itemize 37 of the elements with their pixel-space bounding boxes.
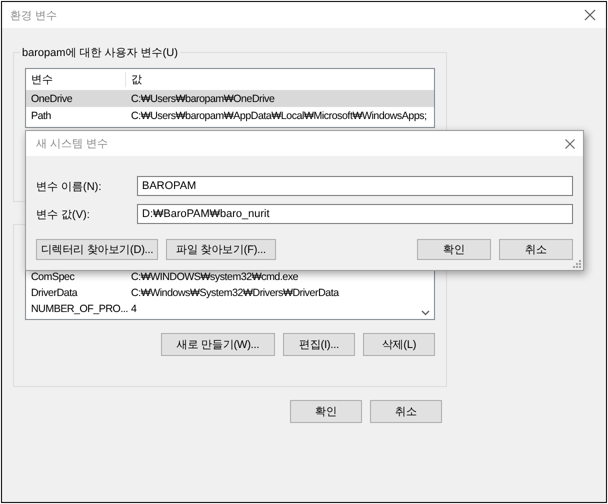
input-field[interactable]: BAROPAM	[137, 176, 573, 196]
variable-name: DriverData	[31, 286, 79, 300]
list-row[interactable]: NUMBER_OF_PRO... 4	[26, 301, 417, 317]
variable-name: ComSpec	[31, 270, 76, 284]
close-icon[interactable]	[565, 138, 575, 148]
window-title: 환경 변수	[10, 8, 58, 22]
list-row[interactable]: OneDrive C:₩Users₩baropam₩OneDrive	[26, 90, 434, 107]
column-title[interactable]: 값	[126, 72, 142, 86]
variable-value: C:₩Users₩baropam₩AppData₩Local₩Microsoft₩WindowsApps;	[130, 108, 427, 122]
chevron-down-icon[interactable]	[421, 310, 430, 316]
ok-button[interactable]: 확인	[290, 400, 362, 423]
list-row[interactable]: DriverData C:₩Windows₩System32₩Drivers₩DriverData	[26, 285, 417, 301]
variable-value: 4	[130, 302, 136, 316]
variable-name: Path	[31, 108, 52, 122]
resize-grip-icon[interactable]	[573, 260, 581, 268]
browse-file-button[interactable]: 파일 찾아보기(F)...	[166, 239, 276, 260]
variable-value: C:₩Users₩baropam₩OneDrive	[130, 92, 274, 106]
ok-button[interactable]: 확인	[417, 239, 491, 260]
delete-button[interactable]: 삭제(L)	[363, 333, 435, 356]
field-label: 변수 값(V):	[36, 208, 91, 222]
variable-name: OneDrive	[31, 92, 74, 106]
input-field[interactable]: D:₩BaroPAM₩baro_nurit	[137, 204, 573, 224]
dialog-title: 새 시스템 변수	[36, 137, 108, 151]
list-row[interactable]: ComSpec C:₩WINDOWS₩system32₩cmd.exe	[26, 269, 417, 285]
list-row[interactable]: Path C:₩Users₩baropam₩AppData₩Local₩Microsoft₩WindowsApps;	[26, 107, 434, 124]
new-button[interactable]: 새로 만들기(W)...	[161, 333, 275, 356]
column-title[interactable]: 변수	[26, 72, 126, 86]
variable-value: C:₩WINDOWS₩system32₩cmd.exe	[130, 270, 298, 284]
edit-button[interactable]: 편집(I)...	[283, 333, 355, 356]
group-label: baropam에 대한 사용자 변수(U)	[20, 45, 180, 60]
variable-value: C:₩Windows₩System32₩Drivers₩DriverData	[130, 286, 339, 300]
field-label: 변수 이름(N):	[36, 180, 102, 194]
variable-name: NUMBER_OF_PRO...	[31, 302, 126, 316]
cancel-button[interactable]: 취소	[370, 400, 442, 423]
close-icon[interactable]	[584, 9, 596, 21]
cancel-button[interactable]: 취소	[499, 239, 573, 260]
browse-directory-button[interactable]: 디렉터리 찾아보기(D)...	[36, 239, 158, 260]
